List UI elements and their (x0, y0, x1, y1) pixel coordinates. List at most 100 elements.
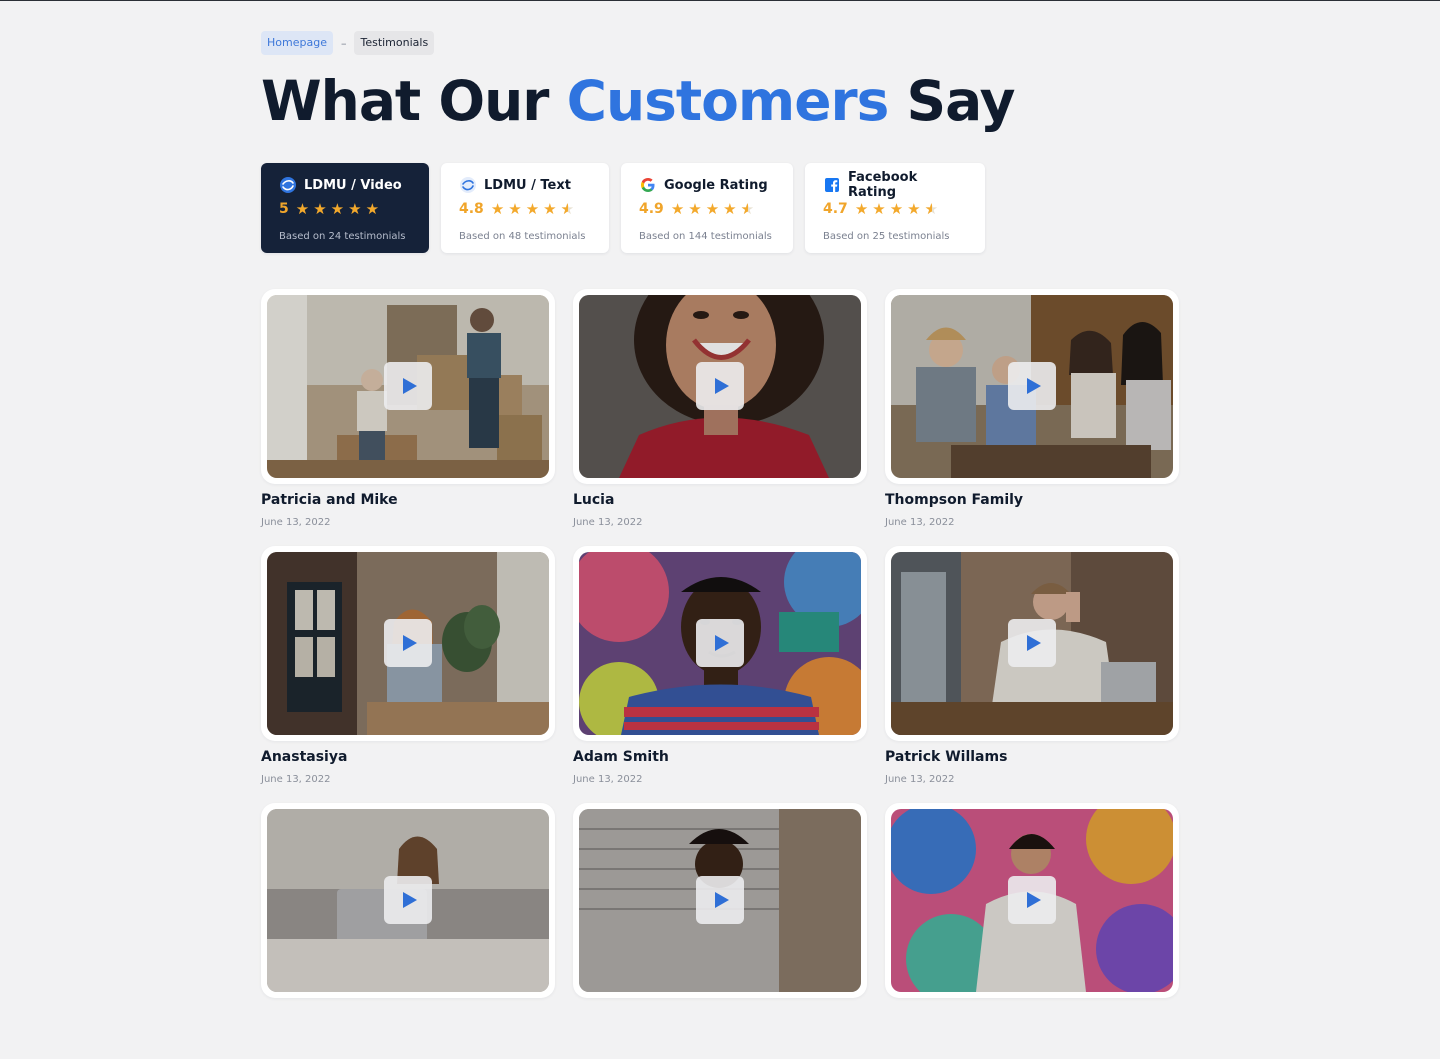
rating-score-value: 5 (279, 201, 289, 217)
testimonial-video-thumbnail[interactable] (573, 289, 867, 484)
testimonial-date: June 13, 2022 (261, 517, 331, 528)
star-icon: ★ (741, 200, 754, 218)
testimonial-name: Thompson Family (885, 492, 1024, 508)
breadcrumb-current: Testimonials (354, 31, 435, 55)
title-part-1: What Our (261, 69, 549, 133)
testimonial-video-still (579, 552, 861, 735)
breadcrumb-separator: – (340, 36, 347, 50)
testimonial-name: Adam Smith (573, 749, 669, 765)
rating-card-title: LDMU / Text (484, 177, 571, 193)
rating-card[interactable]: LDMU / Video 5 ★ ★ ★ ★ ★ Based on 24 testimo… (261, 163, 429, 253)
play-icon (402, 892, 417, 908)
testimonial-video-still (267, 552, 549, 735)
play-icon (402, 635, 417, 651)
star-icon: ★ (543, 200, 557, 218)
play-button[interactable] (1008, 619, 1056, 667)
play-icon (714, 892, 729, 908)
testimonial-date: June 13, 2022 (885, 774, 955, 785)
testimonial-card (261, 803, 555, 1059)
testimonial-video-still (579, 295, 861, 478)
play-button[interactable] (384, 876, 432, 924)
testimonial-video-still (267, 295, 549, 478)
play-icon (1026, 892, 1041, 908)
play-button[interactable] (696, 619, 744, 667)
rating-score: 4.8 ★ ★ ★ ★ ★ (459, 200, 591, 218)
star-icon: ★ (348, 200, 362, 218)
ldmu-logo-icon (460, 177, 476, 193)
rating-card-title: Google Rating (664, 177, 768, 193)
rating-based-on: Based on 24 testimonials (279, 231, 406, 242)
rating-card-header: Google Rating (639, 176, 775, 194)
star-icon: ★ (508, 200, 522, 218)
play-button[interactable] (1008, 362, 1056, 410)
rating-based-on: Based on 25 testimonials (823, 231, 950, 242)
star-icon: ★ (490, 200, 505, 218)
testimonial-video-thumbnail[interactable] (885, 289, 1179, 484)
title-accent: Customers (566, 69, 890, 133)
testimonial-video-thumbnail[interactable] (261, 546, 555, 741)
testimonial-name: Patrick Willams (885, 749, 1008, 765)
testimonial-video-still (267, 809, 549, 992)
testimonial-card: Thompson Family June 13, 2022 (885, 289, 1179, 545)
rating-score-value: 4.8 (459, 201, 484, 217)
play-button[interactable] (384, 619, 432, 667)
rating-card-header: LDMU / Text (459, 176, 591, 194)
play-icon (1026, 635, 1041, 651)
testimonial-card: Patrick Willams June 13, 2022 (885, 546, 1179, 802)
star-icon: ★ (854, 200, 869, 218)
star-icon: ★ (313, 200, 327, 218)
star-icon: ★ (365, 200, 380, 218)
testimonial-video-still (891, 552, 1173, 735)
breadcrumb-homepage-link[interactable]: Homepage (261, 31, 333, 55)
testimonial-card: Lucia June 13, 2022 (573, 289, 867, 545)
testimonial-video-thumbnail[interactable] (885, 546, 1179, 741)
rating-score-value: 4.7 (823, 201, 848, 217)
play-icon (1026, 378, 1041, 394)
testimonial-card: Anastasiya June 13, 2022 (261, 546, 555, 802)
testimonial-video-thumbnail[interactable] (261, 289, 555, 484)
play-button[interactable] (384, 362, 432, 410)
rating-based-on: Based on 144 testimonials (639, 231, 772, 242)
rating-card-header: LDMU / Video (279, 176, 411, 194)
play-icon (714, 635, 729, 651)
star-icon: ★ (705, 200, 720, 218)
title-part-2: Say (906, 69, 1016, 133)
play-button[interactable] (1008, 876, 1056, 924)
testimonial-name: Lucia (573, 492, 615, 508)
testimonial-card: Adam Smith June 13, 2022 (573, 546, 867, 802)
rating-score-value: 4.9 (639, 201, 664, 217)
rating-card[interactable]: Google Rating 4.9 ★★★★★ Based on 144 tes… (621, 163, 793, 253)
rating-card[interactable]: Facebook Rating 4.7 ★★★★★ Based on 25 te… (805, 163, 985, 253)
rating-card[interactable]: LDMU / Text 4.8 ★★★★★ Based on 48 testim… (441, 163, 609, 253)
page-title: What Our Customers Say (261, 66, 1016, 136)
rating-card-title: Facebook Rating (848, 170, 918, 200)
ldmu-logo-icon (280, 177, 296, 193)
rating-score: 5 ★ ★ ★ ★ ★ (279, 200, 411, 218)
star-icon: ★ (330, 200, 345, 218)
star-icon: ★ (561, 200, 574, 218)
play-button[interactable] (696, 876, 744, 924)
testimonial-card (885, 803, 1179, 1059)
star-icon: ★ (872, 200, 886, 218)
top-border (0, 0, 1440, 1)
testimonial-video-thumbnail[interactable] (261, 803, 555, 998)
testimonial-video-still (891, 809, 1173, 992)
testimonial-date: June 13, 2022 (573, 517, 643, 528)
star-icon: ★ (525, 200, 540, 218)
testimonial-date: June 13, 2022 (573, 774, 643, 785)
play-button[interactable] (696, 362, 744, 410)
star-icon: ★ (925, 200, 938, 218)
testimonial-video-still (891, 295, 1173, 478)
testimonial-video-thumbnail[interactable] (573, 803, 867, 998)
star-icon: ★ (688, 200, 702, 218)
testimonial-video-thumbnail[interactable] (885, 803, 1179, 998)
rating-based-on: Based on 48 testimonials (459, 231, 586, 242)
testimonial-video-thumbnail[interactable] (573, 546, 867, 741)
testimonial-name: Patricia and Mike (261, 492, 398, 508)
testimonial-card (573, 803, 867, 1059)
breadcrumb: Homepage – Testimonials (261, 31, 435, 55)
star-icon: ★ (723, 200, 737, 218)
star-icon: ★ (295, 200, 310, 218)
play-icon (714, 378, 729, 394)
rating-card-title: LDMU / Video (304, 177, 402, 193)
